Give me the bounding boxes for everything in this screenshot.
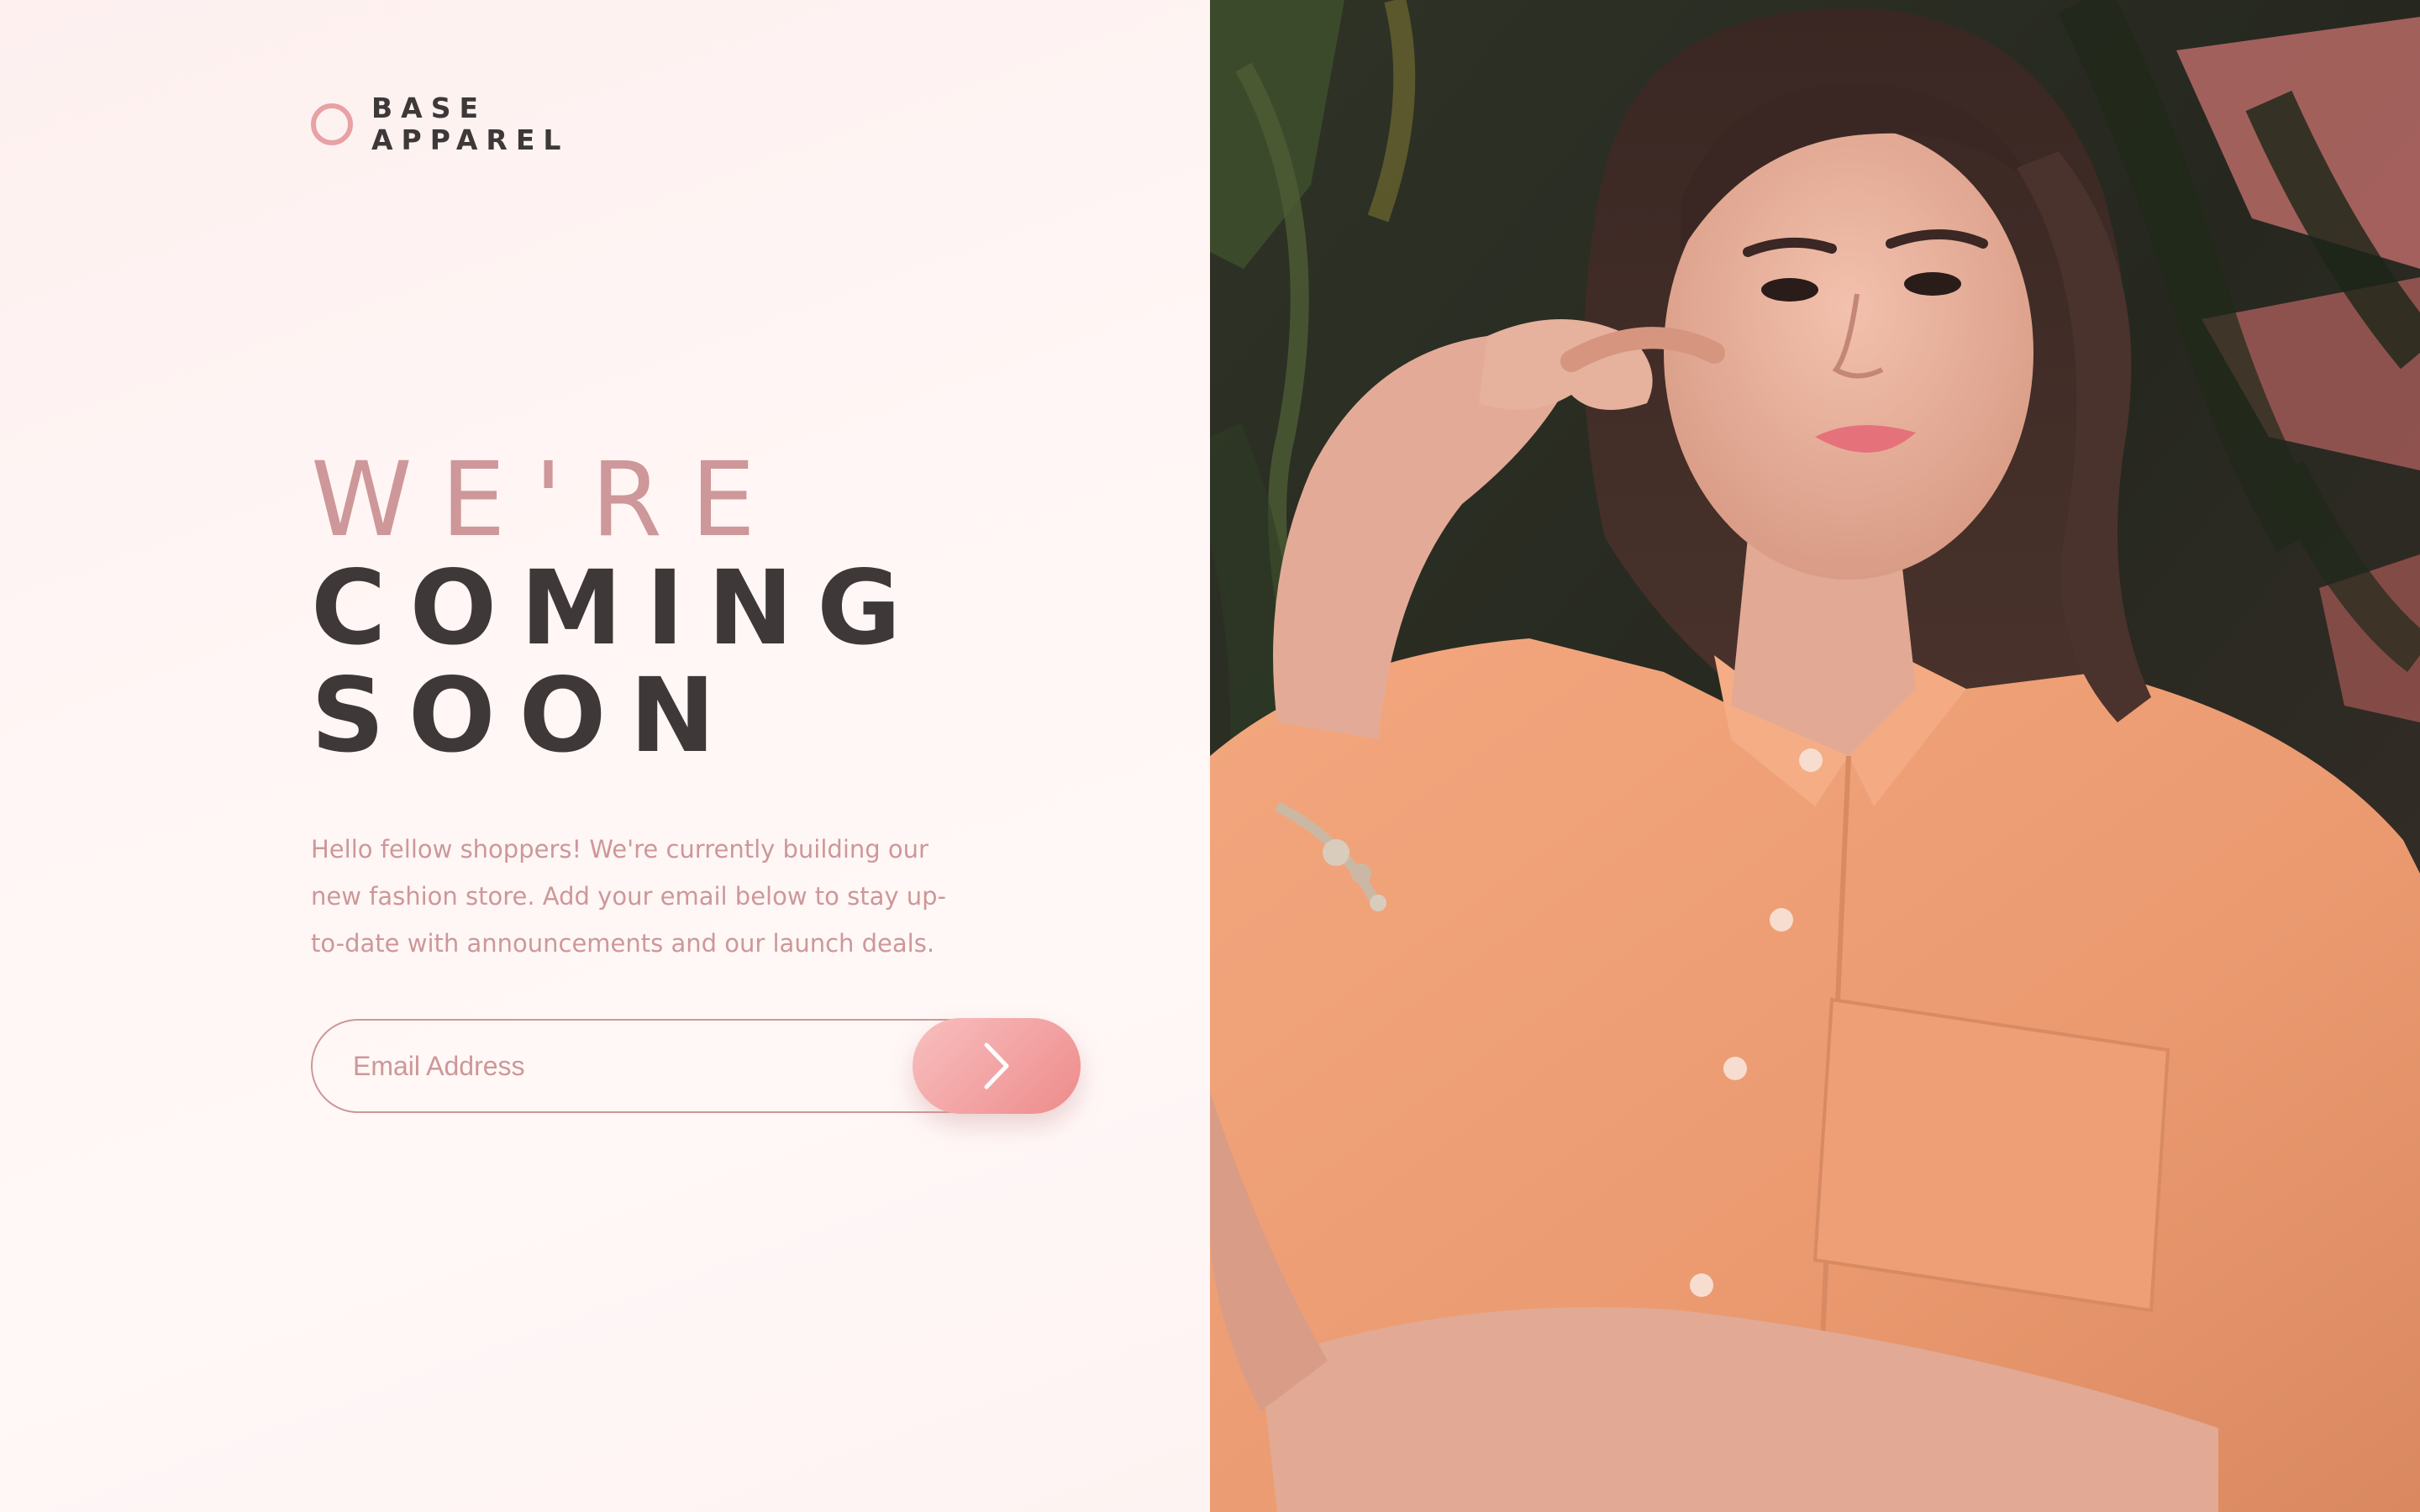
title-line-soon: SOON	[311, 656, 739, 775]
logo-ring-icon	[311, 103, 353, 145]
brand-name-line1: BASE	[371, 92, 487, 124]
title-line-were: WE'RE	[311, 440, 785, 559]
content-panel: BASE APPAREL WE'RE COMING SOON Hello fel…	[0, 0, 1210, 1512]
brand-name: BASE APPAREL	[371, 92, 569, 156]
hero-image	[1210, 0, 2420, 1512]
brand-logo[interactable]: BASE APPAREL	[311, 92, 569, 156]
brand-name-line2: APPAREL	[371, 123, 570, 156]
submit-button[interactable]	[913, 1018, 1081, 1114]
intro-text: Hello fellow shoppers! We're currently b…	[311, 835, 946, 958]
title-line-coming: COMING	[311, 549, 925, 668]
page-title: WE'RE COMING SOON	[311, 445, 924, 769]
signup-form	[311, 1018, 1081, 1114]
chevron-right-icon	[984, 1042, 1009, 1089]
hero-photo	[1210, 0, 2420, 1512]
